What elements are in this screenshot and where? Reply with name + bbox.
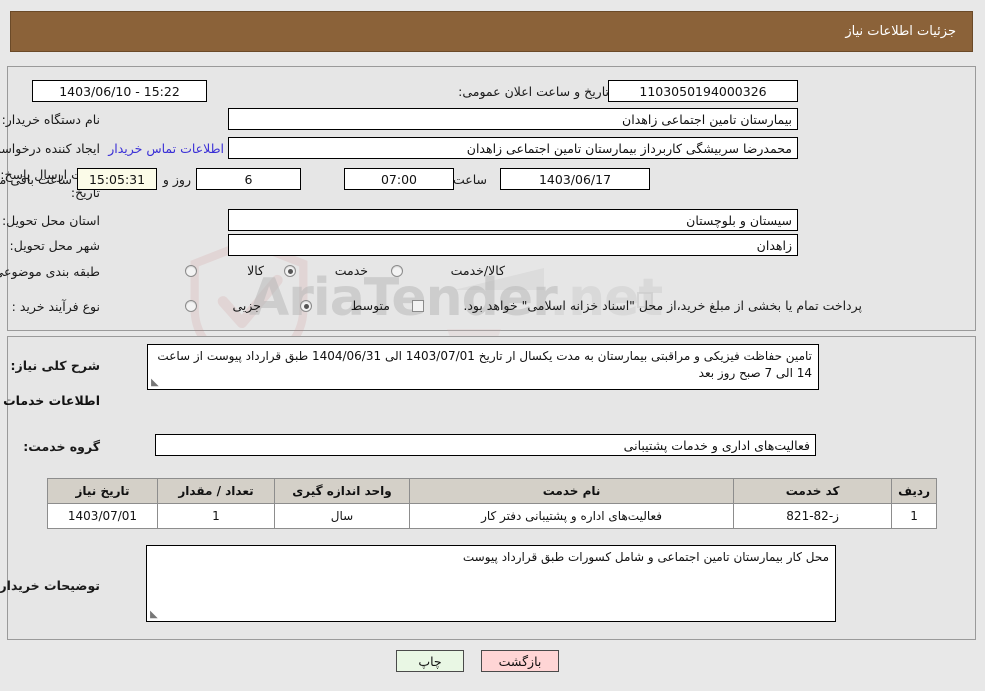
print-button[interactable]: چاپ <box>397 650 465 672</box>
radio-process-minor-label: جزیی <box>233 298 262 313</box>
cell-quantity: 1 <box>158 503 276 529</box>
resize-grip-icon-notes[interactable]: ◢ <box>151 609 161 620</box>
service-group-field[interactable]: فعالیت‌های اداری و خدمات پشتیبانی <box>156 434 817 456</box>
page-title: جزئیات اطلاعات نیاز <box>846 24 957 39</box>
delivery-city-label: شهر محل تحویل: <box>10 238 101 253</box>
col-quantity: تعداد / مقدار <box>158 478 276 504</box>
need-summary-label: شرح کلی نیاز: <box>11 358 101 373</box>
cell-service-code: ز-82-821 <box>734 503 894 529</box>
buyer-notes-text: محل کار بیمارستان تامین اجتماعی و شامل ک… <box>463 550 830 564</box>
need-number-field[interactable]: 1103050194000326 <box>609 80 799 102</box>
cell-row-number: 1 <box>892 503 938 529</box>
announce-datetime-field[interactable]: 15:22 - 1403/06/10 <box>33 80 208 102</box>
deadline-hour-label: ساعت <box>453 172 488 187</box>
radio-category-goods-service[interactable] <box>392 265 404 277</box>
buyer-notes-textarea[interactable]: محل کار بیمارستان تامین اجتماعی و شامل ک… <box>147 545 837 622</box>
remaining-days-field[interactable]: 6 <box>197 168 302 190</box>
radio-category-goods-service-label: کالا/خدمت <box>451 263 506 278</box>
need-summary-text: تامین حفاظت فیزیکی و مراقبتی بیمارستان ب… <box>158 349 813 380</box>
page-root: جزئیات اطلاعات نیاز AriaTender.net شماره… <box>0 0 985 691</box>
need-info-panel <box>8 66 977 331</box>
buyer-contact-link[interactable]: اطلاعات تماس خریدار <box>109 141 225 156</box>
col-need-date: تاریخ نیاز <box>48 478 159 504</box>
radio-process-medium-label: متوسط <box>351 298 391 313</box>
table-row: 1 ز-82-821 فعالیت‌های اداره و پشتیبانی د… <box>48 503 938 529</box>
back-button[interactable]: بازگشت <box>482 650 560 672</box>
col-unit: واحد اندازه گیری <box>275 478 411 504</box>
resize-grip-icon[interactable]: ◢ <box>152 377 162 388</box>
services-table: ردیف کد خدمت نام خدمت واحد اندازه گیری ت… <box>48 478 938 529</box>
request-creator-label: ایجاد کننده درخواست: <box>0 141 101 156</box>
page-title-bar: جزئیات اطلاعات نیاز <box>11 11 974 52</box>
col-service-name: نام خدمت <box>409 478 736 504</box>
radio-category-service[interactable] <box>285 265 297 277</box>
buyer-notes-label: توضیحات خریدار: <box>0 578 101 593</box>
need-summary-textarea[interactable]: تامین حفاظت فیزیکی و مراقبتی بیمارستان ب… <box>148 344 820 390</box>
table-header-row: ردیف کد خدمت نام خدمت واحد اندازه گیری ت… <box>48 478 938 504</box>
announce-datetime-label: تاریخ و ساعت اعلان عمومی: <box>459 84 610 99</box>
request-creator-field[interactable]: محمدرضا سربیشگی کاربرداز بیمارستان تامین… <box>229 137 799 159</box>
delivery-city-field[interactable]: زاهدان <box>229 234 799 256</box>
treasury-bond-checkbox[interactable] <box>413 300 425 312</box>
radio-category-goods[interactable] <box>186 265 198 277</box>
services-section-title: اطلاعات خدمات مورد نیاز <box>0 393 101 408</box>
cell-service-name: فعالیت‌های اداره و پشتیبانی دفتر کار <box>409 503 736 529</box>
deadline-date-field[interactable]: 1403/06/17 <box>501 168 651 190</box>
remaining-time-label: ساعت باقی مانده <box>0 172 73 187</box>
service-group-label: گروه خدمت: <box>24 439 101 454</box>
treasury-bond-label: پرداخت تمام یا بخشی از مبلغ خرید،از محل … <box>464 298 863 313</box>
purchase-process-label: نوع فرآیند خرید : <box>12 299 101 314</box>
cell-unit: سال <box>275 503 411 529</box>
remaining-time-field: 15:05:31 <box>78 168 158 190</box>
delivery-province-label: استان محل تحویل: <box>2 213 101 228</box>
deadline-hour-field[interactable]: 07:00 <box>345 168 455 190</box>
subject-category-label: طبقه بندی موضوعی: <box>0 264 101 279</box>
radio-process-minor[interactable] <box>186 300 198 312</box>
cell-need-date: 1403/07/01 <box>48 503 159 529</box>
col-row-number: ردیف <box>892 478 938 504</box>
buyer-org-label: نام دستگاه خریدار: <box>2 112 101 127</box>
radio-process-medium[interactable] <box>301 300 313 312</box>
days-and-label: روز و <box>163 172 192 187</box>
delivery-province-field[interactable]: سیستان و بلوچستان <box>229 209 799 231</box>
radio-category-goods-label: کالا <box>248 263 265 278</box>
col-service-code: کد خدمت <box>734 478 894 504</box>
radio-category-service-label: خدمت <box>335 263 369 278</box>
buyer-org-field[interactable]: بیمارستان تامین اجتماعی زاهدان <box>229 108 799 130</box>
